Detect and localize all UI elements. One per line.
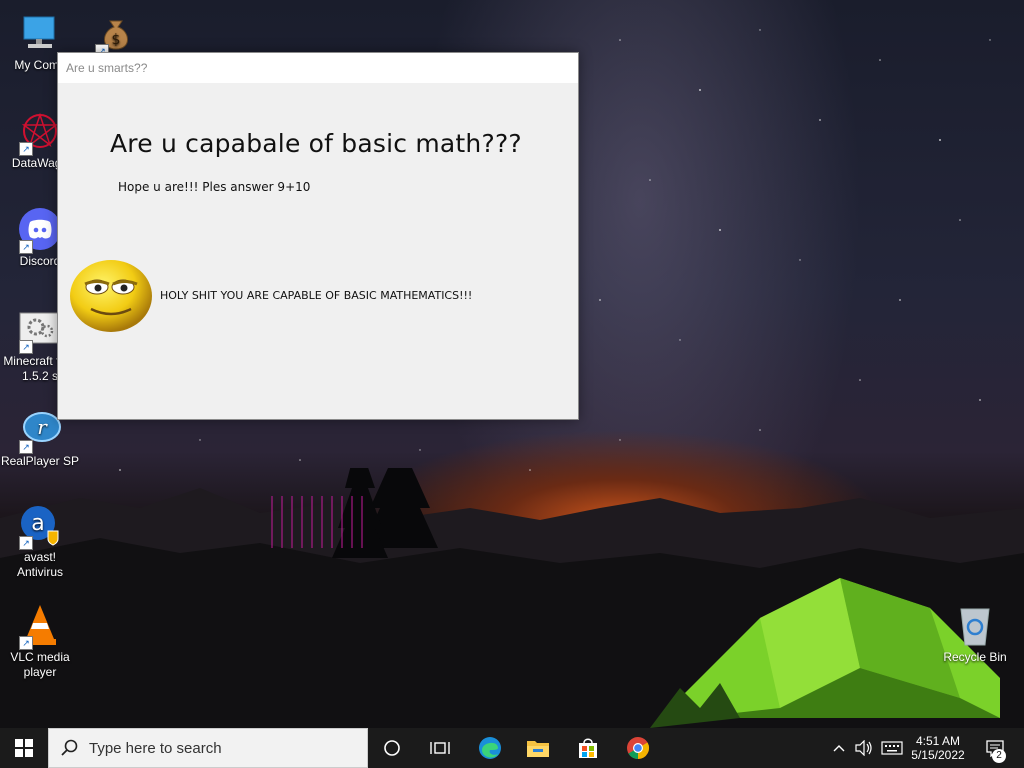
show-hidden-icons-button[interactable] (828, 728, 850, 768)
glitch-artifact (271, 496, 363, 548)
desktop-icon-label: avast! Antivirus (16, 550, 63, 579)
task-view-button[interactable] (420, 728, 460, 768)
taskbar-search-box[interactable]: Type here to search (48, 728, 368, 768)
desktop-icon-avast[interactable]: a ↗ avast! Antivirus (0, 502, 80, 580)
smug-smiley-icon (69, 259, 153, 333)
vlc-icon: ↗ (17, 602, 63, 650)
edge-icon (479, 737, 501, 759)
money-bag-icon: $ ↗ (93, 10, 139, 58)
clock-time: 4:51 AM (915, 734, 961, 748)
chrome-icon (627, 737, 649, 759)
desktop-icon-recycle-bin[interactable]: Recycle Bin (935, 602, 1015, 665)
start-icon (15, 739, 33, 757)
svg-text:r: r (37, 415, 48, 439)
chrome-button[interactable] (618, 728, 658, 768)
file-explorer-button[interactable] (518, 728, 558, 768)
desktop: My Comp $ ↗ ↗ DataWago ↗ Discord ↗ Minec… (0, 0, 1024, 728)
chevron-up-icon (833, 745, 845, 752)
shortcut-arrow-icon: ↗ (19, 636, 33, 650)
volume-button[interactable] (852, 728, 876, 768)
desktop-icon-label: Recycle Bin (943, 650, 1007, 664)
speaker-icon (855, 740, 872, 756)
keyboard-button[interactable] (878, 728, 906, 768)
edge-button[interactable] (470, 728, 510, 768)
start-button[interactable] (0, 728, 48, 768)
search-placeholder: Type here to search (89, 739, 222, 757)
landscape (0, 468, 1024, 728)
desktop-icon-label: VLC media player (10, 650, 70, 679)
shortcut-arrow-icon: ↗ (19, 440, 33, 454)
shortcut-arrow-icon: ↗ (19, 142, 33, 156)
task-view-icon (430, 742, 450, 754)
recycle-bin-icon (952, 602, 998, 648)
svg-text:a: a (31, 511, 44, 536)
clock-date: 5/15/2022 (911, 748, 965, 762)
desktop-icon-vlc[interactable]: ↗ VLC media player (0, 602, 80, 680)
action-center-button[interactable]: 2 (978, 728, 1012, 768)
store-icon (579, 738, 597, 758)
desktop-icon-money-bag[interactable]: $ ↗ (76, 10, 156, 58)
taskbar: Type here to search 4:51 AM 5/15/2022 2 (0, 728, 1024, 768)
cortana-icon (384, 740, 400, 756)
dialog-answer-text: HOLY SHIT YOU ARE CAPABLE OF BASIC MATHE… (160, 289, 473, 302)
notification-badge: 2 (992, 749, 1006, 763)
search-icon (61, 739, 78, 756)
cortana-button[interactable] (372, 728, 412, 768)
store-button[interactable] (568, 728, 608, 768)
svg-text:$: $ (112, 32, 121, 48)
computer-icon (17, 10, 63, 56)
dialog-heading: Are u capabale of basic math??? (110, 129, 522, 158)
quiz-dialog-window[interactable]: Are u smarts?? Are u capabale of basic m… (57, 52, 579, 420)
shortcut-arrow-icon: ↗ (19, 536, 33, 550)
clock[interactable]: 4:51 AM 5/15/2022 (908, 728, 968, 768)
keyboard-icon (881, 741, 903, 755)
shortcut-arrow-icon: ↗ (19, 340, 33, 354)
dialog-subtext: Hope u are!!! Ples answer 9+10 (118, 180, 311, 194)
desktop-icon-label: RealPlayer SP (0, 454, 80, 468)
window-title: Are u smarts?? (58, 53, 578, 83)
avast-icon: a ↗ (17, 502, 63, 550)
file-explorer-icon (527, 741, 549, 757)
shortcut-arrow-icon: ↗ (19, 240, 33, 254)
